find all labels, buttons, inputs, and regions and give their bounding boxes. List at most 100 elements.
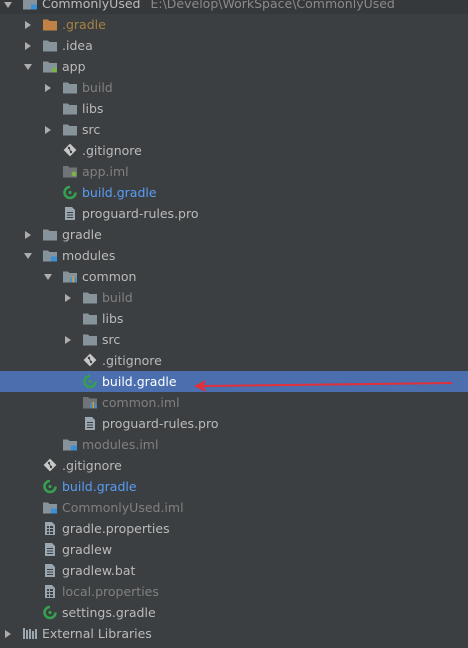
git-file-icon [62, 143, 78, 158]
folder-icon [82, 311, 98, 326]
tree-label: app.iml [82, 164, 129, 179]
tree-label: libs [82, 101, 104, 116]
tree-label: proguard-rules.pro [82, 206, 199, 221]
tree-row-modules[interactable]: modules [0, 245, 468, 266]
gradle-icon [62, 185, 78, 200]
project-name: CommonlyUsed [42, 0, 141, 11]
folder-icon [82, 332, 98, 347]
tree-row-external-libraries[interactable]: External Libraries [0, 623, 468, 644]
folder-icon [42, 38, 58, 53]
module-folder-icon [42, 248, 58, 263]
module-folder-icon [22, 0, 38, 11]
tree-row-modules-iml[interactable]: modules.iml [0, 434, 468, 455]
gradle-icon [42, 479, 58, 494]
git-file-icon [82, 353, 98, 368]
tree-row-app[interactable]: app [0, 56, 468, 77]
chevron-right-icon[interactable] [2, 623, 14, 644]
text-file-icon [42, 563, 58, 578]
gradle-icon [42, 605, 58, 620]
project-tree: CommonlyUsed E:\Develop\WorkSpace\Commonl… [0, 0, 468, 644]
text-file-icon [62, 206, 78, 221]
chevron-right-icon[interactable] [42, 119, 54, 140]
tree-label: build.gradle [62, 479, 137, 494]
text-file-icon [42, 542, 58, 557]
chevron-right-icon[interactable] [22, 14, 34, 35]
gradle-icon [82, 374, 98, 389]
tree-label: .gitignore [62, 458, 122, 473]
properties-file-icon [42, 584, 58, 599]
chevron-right-icon[interactable] [62, 287, 74, 308]
tree-row-app-build-gradle[interactable]: build.gradle [0, 182, 468, 203]
tree-label: gradle.properties [62, 521, 170, 536]
tree-row-root[interactable]: CommonlyUsed E:\Develop\WorkSpace\Commonl… [0, 0, 468, 14]
excluded-folder-icon [42, 17, 58, 32]
tree-label: src [102, 332, 121, 347]
tree-label: .gradle [62, 17, 106, 32]
project-path: E:\Develop\WorkSpace\CommonlyUsed [150, 0, 395, 11]
properties-file-icon [42, 521, 58, 536]
tree-label: gradlew [62, 542, 113, 557]
chevron-right-icon[interactable] [42, 77, 54, 98]
tree-label: src [82, 122, 101, 137]
chevron-right-icon[interactable] [62, 329, 74, 350]
tree-row-common-build[interactable]: build [0, 287, 468, 308]
tree-label: build.gradle [102, 374, 177, 389]
tree-label: External Libraries [42, 626, 152, 641]
chevron-right-icon[interactable] [22, 35, 34, 56]
tree-row-gradlew-bat[interactable]: gradlew.bat [0, 560, 468, 581]
tree-row-app-proguard[interactable]: proguard-rules.pro [0, 203, 468, 224]
iml-file-icon [62, 437, 78, 452]
tree-row-common[interactable]: common [0, 266, 468, 287]
chevron-down-icon[interactable] [22, 245, 34, 266]
tree-row-common-gitignore[interactable]: .gitignore [0, 350, 468, 371]
chevron-down-icon[interactable] [2, 0, 14, 15]
tree-label: build.gradle [82, 185, 157, 200]
tree-label: libs [102, 311, 124, 326]
tree-row-gradle[interactable]: gradle [0, 224, 468, 245]
tree-label: gradle [62, 227, 102, 242]
annotation-arrow-icon [194, 380, 452, 392]
tree-label: .gitignore [82, 143, 142, 158]
tree-row-app-build[interactable]: build [0, 77, 468, 98]
tree-label: settings.gradle [62, 605, 156, 620]
library-module-folder-icon [62, 269, 78, 284]
iml-file-icon [42, 500, 58, 515]
tree-row-gradlew[interactable]: gradlew [0, 539, 468, 560]
tree-label: modules.iml [82, 437, 159, 452]
chevron-right-icon[interactable] [22, 224, 34, 245]
tree-row-app-iml[interactable]: app.iml [0, 161, 468, 182]
android-module-folder-icon [42, 59, 58, 74]
tree-row-project-iml[interactable]: CommonlyUsed.iml [0, 497, 468, 518]
tree-row-app-src[interactable]: src [0, 119, 468, 140]
tree-row-app-gitignore[interactable]: .gitignore [0, 140, 468, 161]
tree-label: proguard-rules.pro [102, 416, 219, 431]
tree-row-common-src[interactable]: src [0, 329, 468, 350]
tree-row-common-libs[interactable]: libs [0, 308, 468, 329]
tree-row-dot-gradle[interactable]: .gradle [0, 14, 468, 35]
tree-label: CommonlyUsed.iml [62, 500, 184, 515]
tree-row-common-proguard[interactable]: proguard-rules.pro [0, 413, 468, 434]
tree-row-app-libs[interactable]: libs [0, 98, 468, 119]
folder-icon [62, 80, 78, 95]
tree-row-gradle-properties[interactable]: gradle.properties [0, 518, 468, 539]
text-file-icon [82, 416, 98, 431]
tree-label: .gitignore [102, 353, 162, 368]
tree-label: common [82, 269, 137, 284]
tree-label: common.iml [102, 395, 180, 410]
tree-row-build-gradle[interactable]: build.gradle [0, 476, 468, 497]
tree-label: gradlew.bat [62, 563, 136, 578]
tree-row-local-properties[interactable]: local.properties [0, 581, 468, 602]
tree-row-idea[interactable]: .idea [0, 35, 468, 56]
folder-icon [62, 122, 78, 137]
folder-icon [62, 101, 78, 116]
tree-label: modules [62, 248, 116, 263]
tree-label: app [62, 59, 86, 74]
folder-icon [42, 227, 58, 242]
folder-icon [82, 290, 98, 305]
chevron-down-icon[interactable] [42, 266, 54, 287]
chevron-down-icon[interactable] [22, 56, 34, 77]
tree-row-settings-gradle[interactable]: settings.gradle [0, 602, 468, 623]
tree-label: build [102, 290, 133, 305]
tree-row-gitignore[interactable]: .gitignore [0, 455, 468, 476]
iml-file-icon [82, 395, 98, 410]
